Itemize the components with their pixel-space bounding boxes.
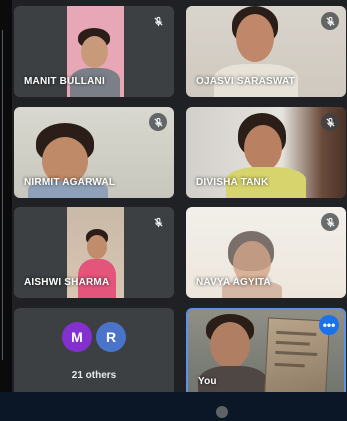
mic-off-icon: [149, 12, 167, 30]
divider: [2, 30, 3, 360]
mic-off-icon: [321, 213, 339, 231]
participant-name: AISHWI SHARMA: [24, 277, 110, 288]
participant-tile[interactable]: OJASVI SARASWAT: [186, 6, 346, 97]
participant-tile[interactable]: AISHWI SHARMA: [14, 207, 174, 298]
participant-name: You: [198, 376, 217, 387]
participant-name: DIVISHA TANK: [196, 177, 269, 188]
avatar: R: [96, 322, 126, 352]
others-count: 21 others: [71, 370, 117, 381]
more-options-icon[interactable]: •••: [319, 315, 339, 335]
mic-off-icon: [321, 113, 339, 131]
others-tile[interactable]: M R 21 others: [14, 308, 174, 399]
left-edge: [0, 0, 12, 421]
participant-name: MANIT BULLANI: [24, 76, 105, 87]
participant-tile[interactable]: DIVISHA TANK: [186, 107, 346, 198]
mic-off-icon: [149, 213, 167, 231]
participant-tile[interactable]: MANIT BULLANI: [14, 6, 174, 97]
participant-tile[interactable]: NIRMIT AGARWAL: [14, 107, 174, 198]
meeting-grid: MANIT BULLANI OJASVI SARASWAT NIRMIT AGA…: [0, 0, 347, 421]
participant-name: NAVYA AGYITA: [196, 277, 271, 288]
participant-name: NIRMIT AGARWAL: [24, 177, 116, 188]
mic-off-icon: [149, 113, 167, 131]
self-tile[interactable]: ••• You: [186, 308, 346, 399]
bottom-bar: [0, 392, 347, 421]
avatar: M: [62, 322, 92, 352]
control-button[interactable]: [216, 406, 228, 418]
avatar-group: M R: [14, 322, 174, 352]
mic-off-icon: [321, 12, 339, 30]
participant-tile[interactable]: NAVYA AGYITA: [186, 207, 346, 298]
participant-name: OJASVI SARASWAT: [196, 76, 295, 87]
